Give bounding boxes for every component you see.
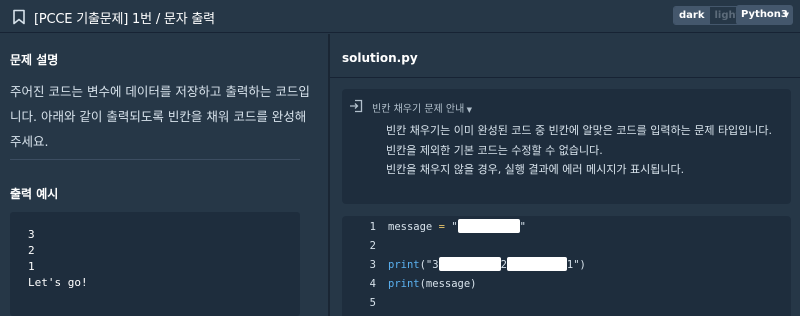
blank-input[interactable]: [506, 257, 567, 271]
output-line: 2: [28, 244, 35, 257]
notice-body: 빈칸 채우기는 이미 완성된 코드 중 빈칸에 알맞은 코드를 입력하는 문제 …: [386, 121, 786, 180]
problem-description: 주어진 코드는 변수에 데이터를 저장하고 출력하는 코드입니다. 아래와 같이…: [10, 84, 310, 149]
blank-input[interactable]: [438, 257, 501, 271]
code-content: print(message): [388, 275, 477, 294]
code-line: 5: [342, 294, 791, 313]
blank-input[interactable]: [457, 219, 520, 233]
operator-token: =: [438, 221, 445, 233]
line-number: 3: [369, 259, 376, 271]
top-bar: [PCCE 기출문제] 1번 / 문자 출력 dark light Python…: [0, 0, 800, 33]
argument-token: (message): [419, 278, 477, 290]
string-token: ("3: [419, 259, 439, 271]
language-select[interactable]: Python3 ▼: [736, 5, 793, 25]
quote-token: ": [519, 221, 526, 233]
divider: [10, 159, 300, 160]
notice-line: 빈칸 채우기는 이미 완성된 코드 중 빈칸에 알맞은 코드를 입력하는 문제 …: [386, 124, 773, 137]
output-example-box: 3 2 1 Let's go!: [10, 212, 300, 316]
file-tab: solution.py: [330, 34, 800, 78]
fill-blank-notice: 빈칸 채우기 문제 안내 ▼ 빈칸 채우기는 이미 완성된 코드 중 빈칸에 알…: [342, 89, 791, 204]
page-title: [PCCE 기출문제] 1번 / 문자 출력: [34, 12, 215, 27]
line-number: 1: [369, 221, 376, 233]
notice-line: 빈칸을 제외한 기본 코드는 수정할 수 없습니다.: [386, 143, 603, 157]
code-editor[interactable]: 1 message = " " 2 3 print("3 2 1") 4 print(…: [342, 216, 791, 316]
variable-token: message: [388, 221, 433, 233]
code-line: 2: [342, 237, 791, 256]
output-line: Let's go!: [28, 276, 88, 289]
code-line: 4 print(message): [342, 275, 791, 294]
function-token: print: [388, 259, 420, 271]
code-content: print("3 2 1"): [388, 256, 586, 275]
output-line: 1: [28, 260, 35, 273]
problem-description-title: 문제 설명: [10, 53, 59, 67]
problem-panel: 문제 설명 주어진 코드는 변수에 데이터를 저장하고 출력하는 코드입니다. …: [0, 34, 328, 316]
output-example-title: 출력 예시: [10, 187, 59, 201]
output-line: 3: [28, 228, 35, 241]
language-label: Python3: [741, 9, 788, 20]
file-name: solution.py: [342, 51, 418, 65]
notice-line: 빈칸을 채우지 않을 경우, 실행 결과에 에러 메시지가 표시됩니다.: [386, 163, 685, 176]
chevron-down-icon: ▼: [783, 11, 789, 19]
bookmark-icon[interactable]: [12, 9, 26, 25]
function-token: print: [388, 278, 420, 290]
line-number: 4: [369, 278, 376, 290]
line-number: 5: [369, 297, 376, 309]
notice-heading: 빈칸 채우기 문제 안내: [372, 104, 465, 115]
caret-down-icon: ▼: [464, 106, 472, 114]
notice-toggle[interactable]: 빈칸 채우기 문제 안내 ▼: [372, 100, 472, 115]
line-number: 2: [369, 240, 376, 252]
code-content: message = " ": [388, 218, 526, 237]
editor-panel: solution.py 빈칸 채우기 문제 안내 ▼ 빈칸 채우기는 이미 완성…: [330, 34, 800, 316]
string-token: 2: [500, 259, 507, 271]
code-line: 1 message = " ": [342, 218, 791, 237]
code-line: 3 print("3 2 1"): [342, 256, 791, 275]
quote-token: ": [451, 221, 458, 233]
theme-dark-button[interactable]: dark: [674, 7, 710, 24]
string-token: 1"): [566, 259, 586, 271]
enter-icon: [350, 99, 363, 113]
